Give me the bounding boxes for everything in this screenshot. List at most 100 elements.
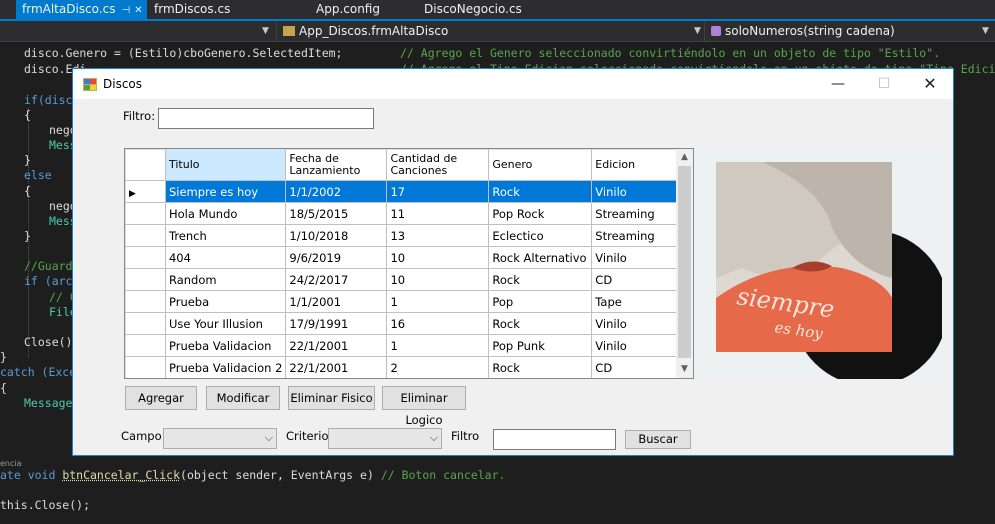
modify-button[interactable]: Modificar: [206, 386, 280, 410]
table-cell[interactable]: Use Your Illusion: [164, 312, 287, 335]
table-cell[interactable]: 1: [386, 290, 490, 313]
add-button[interactable]: Agregar: [125, 386, 197, 410]
table-cell[interactable]: 10: [386, 246, 490, 269]
table-cell[interactable]: Random: [164, 268, 287, 291]
pin-icon[interactable]: ⊣: [121, 5, 130, 16]
table-cell[interactable]: 17: [386, 180, 490, 203]
member-dropdown[interactable]: soloNumeros(string cadena): [704, 21, 995, 41]
row-header[interactable]: [125, 202, 166, 225]
criteria-select[interactable]: ⌵: [328, 428, 442, 449]
class-dropdown[interactable]: App_Discos.frmAltaDisco: [276, 21, 704, 41]
table-cell[interactable]: 16: [386, 312, 490, 335]
column-header[interactable]: Genero: [488, 149, 593, 181]
table-cell[interactable]: Rock: [488, 356, 593, 378]
row-header[interactable]: [125, 290, 166, 313]
table-cell[interactable]: 1/1/2001: [285, 290, 388, 313]
discos-window[interactable]: Discos — ☐ ✕ Filtro: Titulo Fecha de Lan…: [72, 68, 954, 456]
code-comment: // Agrego el Genero seleccionado convirt…: [400, 46, 941, 60]
table-row[interactable]: Prueba 1/1/2001 1 Pop Tape: [125, 290, 693, 313]
minimize-button[interactable]: —: [815, 69, 861, 99]
table-cell[interactable]: Siempre es hoy: [164, 180, 287, 203]
table-cell[interactable]: 404: [164, 246, 287, 269]
scroll-up-icon[interactable]: ▲: [676, 149, 693, 166]
search-filter-label: Filtro: [451, 429, 480, 443]
table-cell[interactable]: Rock: [488, 268, 593, 291]
table-cell[interactable]: Hola Mundo: [164, 202, 287, 225]
row-header[interactable]: [125, 356, 166, 378]
row-header[interactable]: [125, 224, 166, 247]
table-cell[interactable]: 9/6/2019: [285, 246, 388, 269]
table-row[interactable]: 404 9/6/2019 10 Rock Alternativo Vinilo: [125, 246, 693, 269]
table-cell[interactable]: 17/9/1991: [285, 312, 388, 335]
table-row[interactable]: Use Your Illusion 17/9/1991 16 Rock Vini…: [125, 312, 693, 335]
delete-logical-button[interactable]: Eliminar Logico: [382, 386, 466, 427]
table-row[interactable]: Random 24/2/2017 10 Rock CD: [125, 268, 693, 291]
chevron-down-icon[interactable]: ▼: [982, 21, 989, 41]
table-cell[interactable]: 2: [386, 356, 490, 378]
table-cell[interactable]: Prueba: [164, 290, 287, 313]
table-cell[interactable]: Rock Alternativo: [488, 246, 593, 269]
tab-label: frmAltaDisco.cs: [22, 2, 116, 16]
close-icon[interactable]: ✕: [134, 5, 142, 16]
code-line: }: [0, 350, 7, 364]
search-filter-input[interactable]: [493, 429, 616, 450]
table-cell[interactable]: Pop: [488, 290, 593, 313]
table-cell[interactable]: 1: [386, 334, 490, 357]
table-cell[interactable]: Eclectico: [488, 224, 593, 247]
table-cell[interactable]: Prueba Validacion: [164, 334, 287, 357]
code-keyword: ate void: [0, 468, 63, 482]
row-header[interactable]: [125, 312, 166, 335]
chevron-down-icon[interactable]: ▼: [262, 21, 269, 41]
table-cell[interactable]: 24/2/2017: [285, 268, 388, 291]
filter-input[interactable]: [158, 108, 374, 129]
vertical-scrollbar[interactable]: ▲ ▼: [676, 149, 693, 378]
delete-physical-button[interactable]: Eliminar Fisico: [288, 386, 375, 410]
table-cell[interactable]: 22/1/2001: [285, 356, 388, 378]
table-cell[interactable]: 11: [386, 202, 490, 225]
row-header[interactable]: [125, 246, 166, 269]
table-cell[interactable]: Pop Punk: [488, 334, 593, 357]
table-row[interactable]: ▶ Siempre es hoy 1/1/2002 17 Rock Vinilo: [125, 180, 693, 203]
table-cell[interactable]: 13: [386, 224, 490, 247]
chevron-down-icon[interactable]: ▼: [694, 21, 701, 41]
column-header[interactable]: Titulo: [164, 149, 287, 181]
table-cell[interactable]: 22/1/2001: [285, 334, 388, 357]
table-row[interactable]: Hola Mundo 18/5/2015 11 Pop Rock Streami…: [125, 202, 693, 225]
table-cell[interactable]: 1/1/2002: [285, 180, 388, 203]
table-cell[interactable]: 10: [386, 268, 490, 291]
field-select[interactable]: ⌵: [163, 428, 277, 449]
table-cell[interactable]: Rock: [488, 312, 593, 335]
table-row[interactable]: Prueba Validacion 22/1/2001 1 Pop Punk V…: [125, 334, 693, 357]
code-line: catch (Excep: [0, 365, 84, 379]
column-header[interactable]: Cantidad de Canciones: [386, 149, 490, 181]
code-line: }: [24, 153, 31, 167]
criteria-label: Criterio:: [286, 429, 333, 443]
tab-disconegocio[interactable]: DiscoNegocio.cs: [418, 0, 528, 19]
column-header[interactable]: Fecha de Lanzamiento: [285, 149, 388, 181]
table-cell[interactable]: Prueba Validacion 2: [164, 356, 287, 378]
table-cell[interactable]: Pop Rock: [488, 202, 593, 225]
row-header[interactable]: [125, 268, 166, 291]
table-cell[interactable]: Trench: [164, 224, 287, 247]
tab-app-config[interactable]: App.config: [310, 0, 400, 19]
search-button[interactable]: Buscar: [625, 430, 691, 449]
code-line: {: [24, 108, 31, 122]
window-titlebar[interactable]: Discos — ☐ ✕: [73, 69, 953, 99]
table-row[interactable]: Trench 1/10/2018 13 Eclectico Streaming: [125, 224, 693, 247]
tab-frmdiscos-design[interactable]: frmDiscos.cs [Diseño]: [148, 0, 288, 35]
row-header[interactable]: [125, 334, 166, 357]
scrollbar-thumb[interactable]: [678, 166, 691, 358]
code-line: else: [24, 168, 52, 182]
scroll-down-icon[interactable]: ▼: [676, 361, 693, 378]
table-row[interactable]: Prueba Validacion 2 22/1/2001 2 Rock CD: [125, 356, 693, 378]
tab-frmaltadisco[interactable]: frmAltaDisco.cs ⊣ ✕: [16, 0, 147, 19]
table-cell[interactable]: Rock: [488, 180, 593, 203]
codelens-hint[interactable]: encia: [0, 459, 22, 468]
navigation-bar: ▼ App_Discos.frmAltaDisco ▼ soloNumeros(…: [0, 21, 995, 42]
row-header[interactable]: ▶: [125, 180, 166, 203]
row-header-corner[interactable]: [125, 149, 166, 181]
discos-datagrid[interactable]: Titulo Fecha de Lanzamiento Cantidad de …: [124, 148, 694, 379]
table-cell[interactable]: 18/5/2015: [285, 202, 388, 225]
table-cell[interactable]: 1/10/2018: [285, 224, 388, 247]
close-button[interactable]: ✕: [907, 69, 953, 99]
